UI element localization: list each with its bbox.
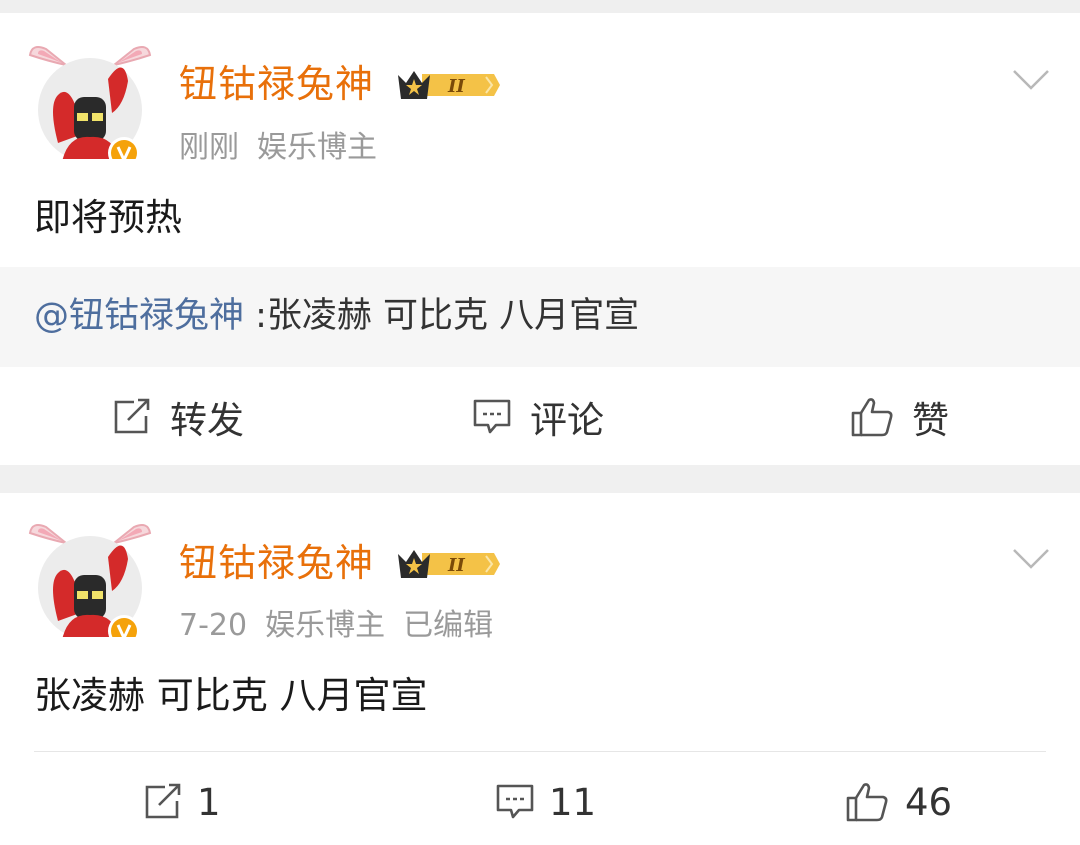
post-text: 即将预热 <box>34 196 182 239</box>
repost-button[interactable]: 1 <box>143 772 221 832</box>
comment-button[interactable]: 评论 <box>472 387 604 447</box>
chevron-down-icon[interactable] <box>1011 67 1051 93</box>
like-button[interactable]: 46 <box>845 772 952 832</box>
comment-label: 评论 <box>530 399 604 442</box>
vip-crown-badge[interactable]: II <box>394 65 500 105</box>
avatar[interactable] <box>28 513 152 637</box>
post-text: 张凌赫 可比克 八月官宣 <box>34 674 428 717</box>
chevron-down-icon[interactable] <box>1011 546 1051 572</box>
mention-link[interactable]: @钮钴禄兔神 <box>34 296 244 336</box>
vip-level: II <box>447 555 465 576</box>
comment-button[interactable]: 11 <box>495 772 596 832</box>
like-icon <box>846 783 888 822</box>
share-icon <box>114 398 150 434</box>
like-icon <box>851 398 893 437</box>
like-count: 46 <box>905 780 953 824</box>
repost-box[interactable]: @钮钴禄兔神 :张凌赫 可比克 八月官宣 <box>0 267 1080 367</box>
comment-icon <box>496 784 534 819</box>
username[interactable]: 钮钴禄兔神 <box>179 540 374 586</box>
like-button[interactable]: 赞 <box>850 387 949 447</box>
post-meta: 7-20 娱乐博主 已编辑 <box>179 608 511 644</box>
post-card: 钮钴禄兔神 II 刚刚 娱乐博主 即将预热 @钮钴禄兔神 :张凌赫 可比克 八月官… <box>0 13 1080 465</box>
username[interactable]: 钮钴禄兔神 <box>179 61 374 107</box>
comment-icon <box>473 399 511 434</box>
author-tag: 娱乐博主 <box>257 130 377 165</box>
avatar[interactable] <box>28 35 152 159</box>
repost-button[interactable]: 转发 <box>112 387 244 447</box>
like-label: 赞 <box>912 399 949 442</box>
share-icon <box>145 783 181 819</box>
top-strip <box>0 0 1080 13</box>
vip-crown-badge[interactable]: II <box>394 544 500 584</box>
repost-content: :张凌赫 可比克 八月官宣 <box>244 296 640 336</box>
avatar-rabbit-icon <box>28 46 152 159</box>
post-card: 钮钴禄兔神 II 7-20 娱乐博主已编辑 张凌赫 可比克 八月官宣 1 11 <box>0 493 1080 845</box>
post-time: 刚刚 <box>179 130 239 165</box>
post-time: 7-20 <box>179 608 248 643</box>
repost-label: 转发 <box>170 399 244 442</box>
author-tag: 娱乐博主 <box>265 608 386 643</box>
repost-count: 1 <box>197 780 221 824</box>
avatar-rabbit-icon <box>28 524 152 637</box>
card-separator <box>0 465 1080 493</box>
divider <box>34 751 1046 752</box>
comment-count: 11 <box>549 780 597 824</box>
post-meta: 刚刚 娱乐博主 <box>179 130 395 166</box>
edited-label: 已编辑 <box>403 608 494 643</box>
vip-level: II <box>447 76 465 97</box>
